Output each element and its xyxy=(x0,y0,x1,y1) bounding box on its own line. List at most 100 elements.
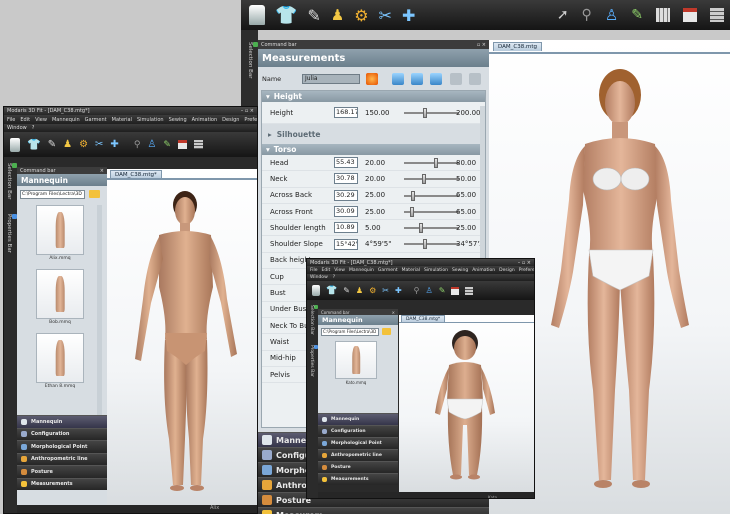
render-tool-icon[interactable] xyxy=(683,8,697,22)
measure-value-input[interactable]: 30.29 xyxy=(334,189,358,201)
menu-item[interactable]: Simulation xyxy=(424,268,448,273)
arrow-tool-icon[interactable]: ➚ xyxy=(557,7,569,23)
tab-selection-bar[interactable]: Selection Bar xyxy=(4,157,17,204)
ruler-tool-icon[interactable]: ✎ xyxy=(307,6,320,25)
section-height[interactable]: ▾ Height xyxy=(262,91,485,102)
import-measure-icon[interactable] xyxy=(469,73,481,85)
shirt-sewing-tool-icon[interactable]: ✚ xyxy=(395,286,402,295)
mannequin-thumb[interactable]: Bob.mmq xyxy=(36,269,84,325)
grid-tool-icon[interactable] xyxy=(656,8,670,22)
shirt-tool-icon[interactable]: 👕 xyxy=(326,286,337,296)
menu-item[interactable]: Window xyxy=(310,275,328,280)
menu-item[interactable]: Simulation xyxy=(137,117,164,123)
nav-item[interactable]: Measurements xyxy=(17,477,107,490)
ruler-tool-icon[interactable]: ✎ xyxy=(48,139,56,150)
lock-tool-icon[interactable]: ⚲ xyxy=(414,286,420,295)
menu-item[interactable]: Garment xyxy=(85,117,107,123)
path-input[interactable]: C:\Program Files\Lectra\3D xyxy=(321,327,379,336)
paint-tool-icon[interactable]: ✎ xyxy=(631,7,643,23)
shirt-sewing-tool-icon[interactable]: ✚ xyxy=(110,139,118,150)
paint-tool-icon[interactable]: ✎ xyxy=(163,140,171,150)
menu-item[interactable]: Preferences xyxy=(519,268,534,273)
edit-measure-icon[interactable] xyxy=(411,73,423,85)
list-tool-icon[interactable] xyxy=(193,140,203,149)
list-tool-icon[interactable] xyxy=(465,286,474,295)
menu-item[interactable]: Window xyxy=(7,125,27,131)
pin-tool-icon[interactable]: ♟ xyxy=(356,286,363,295)
measure-value-input[interactable]: 55.43 xyxy=(334,157,358,169)
menu-item[interactable]: Animation xyxy=(472,268,495,273)
measure-value-input[interactable]: 10.89 xyxy=(334,222,358,234)
tab-properties-bar[interactable]: Properties Bar xyxy=(307,339,318,381)
measure-slider-thumb[interactable] xyxy=(434,158,439,168)
paint-tool-icon[interactable]: ✎ xyxy=(439,286,446,295)
lock-tool-icon[interactable]: ⚲ xyxy=(582,7,592,23)
nav-item[interactable]: Mannequin xyxy=(17,415,107,428)
figure-tool-icon[interactable]: ♙ xyxy=(605,6,618,24)
folder-icon[interactable] xyxy=(382,328,391,335)
measure-slider-track[interactable] xyxy=(404,243,459,246)
scissors-shirt-tool-icon[interactable]: ✂ xyxy=(382,286,389,295)
nav-item[interactable]: Mannequin xyxy=(318,413,398,425)
lock-tool-icon[interactable]: ⚲ xyxy=(134,140,141,150)
section-silhouette[interactable]: ▸ Silhouette xyxy=(262,124,485,144)
add-measure-icon[interactable] xyxy=(392,73,404,85)
mannequin-tool-icon[interactable] xyxy=(10,137,20,152)
menu-item[interactable]: Design xyxy=(499,268,515,273)
menu-item[interactable]: ? xyxy=(333,275,335,280)
shirt-tool-icon[interactable]: 👕 xyxy=(27,138,41,151)
menu-item[interactable]: Sewing xyxy=(169,117,187,123)
folder-icon[interactable] xyxy=(89,190,100,198)
viewport-left[interactable]: DAM_C38.mtg* xyxy=(107,169,257,505)
nav-item[interactable]: Measurem xyxy=(258,507,489,514)
measure-value-input[interactable]: 30.78 xyxy=(334,173,358,185)
tab-properties-bar[interactable]: Properties Bar xyxy=(4,204,17,257)
nav-item[interactable]: Configuration xyxy=(17,427,107,440)
menu-item[interactable]: Preferences xyxy=(244,117,257,123)
scissors-shirt-tool-icon[interactable]: ✂ xyxy=(95,139,103,150)
height-value-input[interactable]: 168.17 xyxy=(334,107,358,118)
shirt-sewing-tool-icon[interactable]: ✚ xyxy=(402,6,415,25)
ruler-tool-icon[interactable]: ✎ xyxy=(343,286,350,295)
render-tool-icon[interactable] xyxy=(177,140,187,149)
gear-shirt-tool-icon[interactable]: ⚙ xyxy=(369,286,376,295)
export-measure-icon[interactable] xyxy=(450,73,462,85)
copy-measure-icon[interactable] xyxy=(430,73,442,85)
measure-slider-thumb[interactable] xyxy=(410,190,415,201)
close-icon[interactable]: × xyxy=(392,310,395,315)
section-torso[interactable]: ▾ Torso xyxy=(262,144,485,155)
pin-tool-icon[interactable]: ♟ xyxy=(331,6,344,24)
measure-slider-thumb[interactable] xyxy=(410,206,415,217)
menu-item[interactable]: Material xyxy=(402,268,420,273)
tab-selection-bar[interactable]: Selection Bar xyxy=(241,30,258,83)
close-icon[interactable]: × xyxy=(100,168,104,174)
gear-shirt-tool-icon[interactable]: ⚙ xyxy=(354,6,368,25)
male-mannequin[interactable] xyxy=(107,169,257,505)
path-input[interactable]: C:\Program Files\Lectra\3D xyxy=(20,189,85,199)
pin-tool-icon[interactable]: ♟ xyxy=(63,139,72,150)
scissors-shirt-tool-icon[interactable]: ✂ xyxy=(379,6,392,25)
menu-item[interactable]: Garment xyxy=(378,268,398,273)
tab-selection-bar[interactable]: Selection Bar xyxy=(307,301,318,339)
measure-slider-track[interactable] xyxy=(404,227,459,230)
measure-slider-thumb[interactable] xyxy=(419,223,424,234)
close-icon[interactable]: ▫ × xyxy=(477,42,486,48)
measure-slider-thumb[interactable] xyxy=(422,239,427,250)
measure-slider-track[interactable] xyxy=(404,178,459,181)
measure-slider-thumb[interactable] xyxy=(422,174,427,185)
nav-item[interactable]: Anthropometric line xyxy=(318,449,398,461)
height-slider-track[interactable] xyxy=(404,112,459,114)
menu-item[interactable]: View xyxy=(334,268,345,273)
menu-item[interactable]: Edit xyxy=(322,268,331,273)
nav-item[interactable]: Measurements xyxy=(318,473,398,485)
menu-item[interactable]: Material xyxy=(112,117,132,123)
menu-item[interactable]: View xyxy=(35,117,47,123)
render-tool-icon[interactable] xyxy=(451,286,460,295)
nav-item[interactable]: Morphological Point xyxy=(318,437,398,449)
menu-item[interactable]: Animation xyxy=(192,117,218,123)
menu-item[interactable]: Edit xyxy=(20,117,30,123)
name-input[interactable]: Julia xyxy=(302,74,360,84)
nav-item[interactable]: Morphological Point xyxy=(17,440,107,453)
figure-tool-icon[interactable]: ♙ xyxy=(426,286,433,295)
shirt-tool-icon[interactable]: 👕 xyxy=(275,5,297,26)
